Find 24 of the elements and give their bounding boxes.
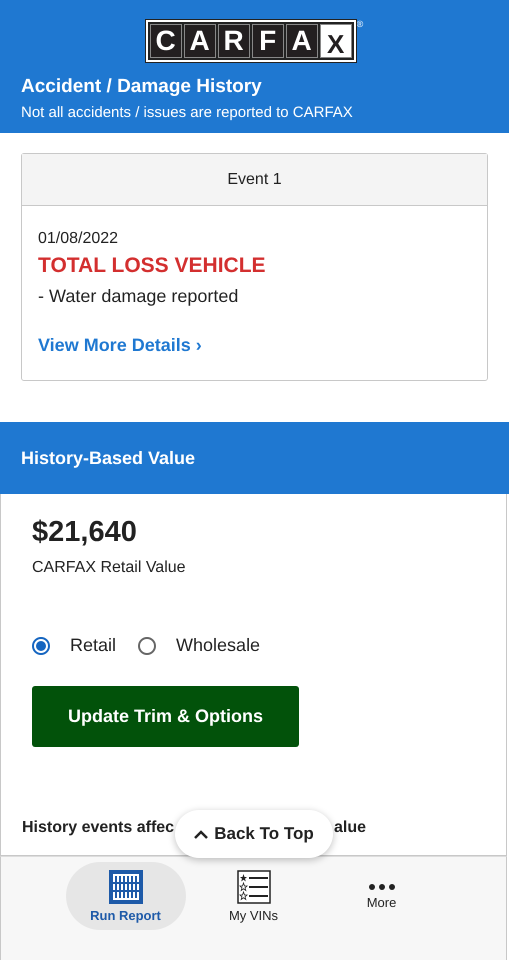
details-link[interactable]: View More Details › xyxy=(38,335,202,356)
tab[interactable]: More xyxy=(322,862,442,930)
tab[interactable]: Run Report xyxy=(66,862,186,930)
section-heading: alue xyxy=(334,819,366,837)
barcode-scanner-icon xyxy=(108,870,142,904)
update-button[interactable]: Update Trim & Options xyxy=(32,686,299,747)
event-status: TOTAL LOSS VEHICLE xyxy=(38,254,267,278)
caret-icon xyxy=(194,830,208,838)
logo: C A R F A X ® xyxy=(146,20,364,62)
radio-option[interactable]: Retail xyxy=(32,635,116,656)
more-icon xyxy=(366,882,396,890)
radio-option[interactable]: Wholesale xyxy=(138,635,260,656)
starred-list-icon xyxy=(236,870,270,904)
price: $21,640 xyxy=(32,516,138,549)
section-subtitle: Not all accidents / issues are reported to CARFAX xyxy=(21,104,354,121)
event-heading: Event 1 xyxy=(22,154,487,206)
back-to-top-button[interactable]: Back To Top xyxy=(175,810,333,858)
event-detail: - Water damage reported xyxy=(38,286,240,307)
tab[interactable]: My VINs xyxy=(194,862,314,930)
section-title-bar: History-Based Value xyxy=(0,422,509,494)
section-title: Accident / Damage History xyxy=(21,76,263,98)
price-label: CARFAX Retail Value xyxy=(32,559,187,577)
event-date: 01/08/2022 xyxy=(38,230,120,248)
section-heading: History events affec xyxy=(22,819,174,837)
